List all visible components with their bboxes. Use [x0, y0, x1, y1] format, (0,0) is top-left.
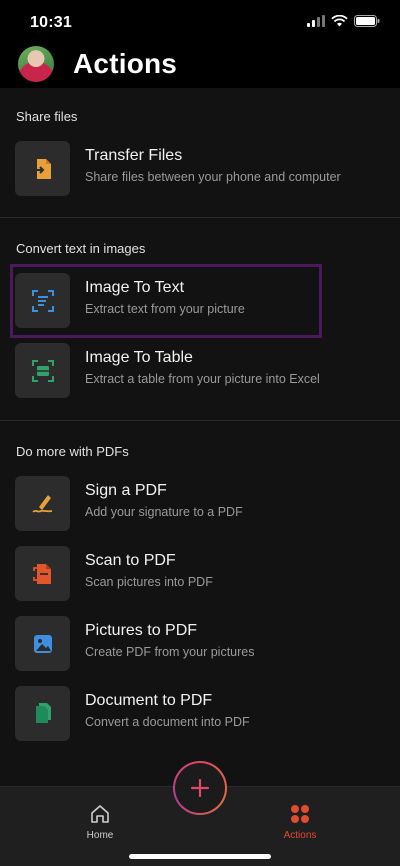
status-icons — [307, 15, 380, 27]
document-icon — [15, 686, 70, 741]
wifi-icon — [331, 15, 348, 27]
section-title: Convert text in images — [16, 241, 146, 256]
section-pdf-tools: Do more with PDFs Sign a PDF Add your si… — [0, 421, 400, 748]
pictures-icon — [15, 616, 70, 671]
scan-icon — [15, 546, 70, 601]
image-to-table-icon — [15, 343, 70, 398]
action-title: Pictures to PDF — [85, 622, 198, 639]
tab-home-label: Home — [86, 830, 114, 841]
action-sign-pdf[interactable]: Sign a PDF Add your signature to a PDF — [0, 468, 400, 538]
app-header: Actions — [0, 44, 400, 88]
action-subtitle: Create PDF from your pictures — [85, 645, 255, 659]
signature-icon — [15, 476, 70, 531]
action-title: Image To Table — [85, 349, 193, 366]
home-indicator[interactable] — [129, 854, 271, 859]
page-title: Actions — [73, 48, 178, 79]
actions-grid-icon — [291, 805, 309, 823]
action-subtitle: Share files between your phone and compu… — [85, 170, 341, 184]
action-document-to-pdf[interactable]: Document to PDF Convert a document into … — [0, 678, 400, 748]
highlight-box — [10, 264, 322, 338]
action-subtitle: Add your signature to a PDF — [85, 505, 243, 519]
section-title: Share files — [16, 109, 78, 124]
action-title: Document to PDF — [85, 692, 213, 709]
tab-actions[interactable]: Actions — [270, 803, 330, 841]
action-image-to-table[interactable]: Image To Table Extract a table from your… — [0, 335, 400, 405]
signal-icon — [307, 15, 325, 27]
section-share-files: Share files Transfer Files Share files b… — [0, 88, 400, 218]
status-time: 10:31 — [30, 14, 72, 31]
bottom-nav: Home Actions — [0, 761, 400, 866]
plus-icon — [190, 778, 210, 798]
action-subtitle: Extract a table from your picture into E… — [85, 372, 320, 386]
action-subtitle: Scan pictures into PDF — [85, 575, 213, 589]
transfer-icon — [15, 141, 70, 196]
tab-actions-label: Actions — [283, 830, 317, 841]
action-title: Scan to PDF — [85, 552, 176, 569]
actions-list: Share files Transfer Files Share files b… — [0, 88, 400, 786]
section-title: Do more with PDFs — [16, 444, 129, 459]
action-title: Sign a PDF — [85, 482, 167, 499]
home-icon — [91, 805, 109, 823]
action-scan-to-pdf[interactable]: Scan to PDF Scan pictures into PDF — [0, 538, 400, 608]
action-title: Transfer Files — [85, 147, 183, 164]
action-subtitle: Convert a document into PDF — [85, 715, 250, 729]
avatar[interactable] — [18, 46, 54, 82]
action-transfer-files[interactable]: Transfer Files Share files between your … — [0, 133, 400, 203]
action-pictures-to-pdf[interactable]: Pictures to PDF Create PDF from your pic… — [0, 608, 400, 678]
battery-icon — [354, 15, 380, 27]
status-bar: 10:31 — [0, 0, 400, 44]
add-button[interactable] — [173, 761, 227, 815]
tab-home[interactable]: Home — [70, 803, 130, 841]
